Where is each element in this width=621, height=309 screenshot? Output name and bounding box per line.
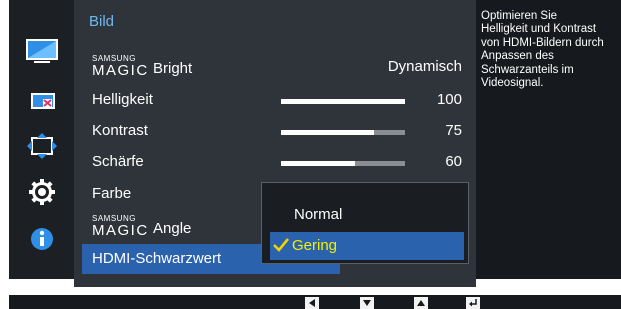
up-arrow-icon xyxy=(417,300,425,306)
brand-magic-text: MAGIC xyxy=(92,62,149,79)
menu-item-label: HDMI-Schwarzwert xyxy=(92,250,222,267)
picture-icon xyxy=(26,39,58,63)
option-normal[interactable]: Normal xyxy=(262,201,468,229)
menu-item-label: Angle xyxy=(153,220,192,237)
menu-item-schaerfe[interactable]: Schärfe 60 xyxy=(74,147,476,177)
settings-gear-icon xyxy=(29,179,55,205)
help-line: von HDMI-Bildern durch xyxy=(481,36,604,49)
menu-item-label: Schärfe xyxy=(92,153,144,170)
onscreen-display-menu-button[interactable] xyxy=(9,83,74,119)
option-label: Normal xyxy=(294,206,343,223)
option-label: Gering xyxy=(292,237,338,254)
menu-item-label: Kontrast xyxy=(92,122,148,139)
menu-item-label: Bright xyxy=(153,60,193,77)
menu-title: Bild xyxy=(89,13,115,30)
information-icon xyxy=(31,228,53,250)
help-line: Videosignal. xyxy=(481,77,544,90)
picture-menu-button[interactable] xyxy=(9,34,74,70)
menu-item-label: Farbe xyxy=(92,185,132,202)
system-menu-button[interactable] xyxy=(9,174,74,210)
menu-icon-bar xyxy=(9,0,74,279)
down-button[interactable] xyxy=(360,297,374,309)
checkmark-icon xyxy=(273,238,289,252)
menu-item-value: 60 xyxy=(445,153,462,170)
menu-item-value: Dynamisch xyxy=(387,58,462,75)
help-text: Optimieren Sie Helligkeit und Kontrast v… xyxy=(481,10,621,90)
enter-button[interactable] xyxy=(466,297,480,309)
menu-item-helligkeit[interactable]: Helligkeit 100 xyxy=(74,85,476,115)
help-line: Schwarzanteils im xyxy=(481,63,574,76)
slider-bar[interactable] xyxy=(281,99,405,104)
menu-item-value: 100 xyxy=(436,91,462,108)
down-arrow-icon xyxy=(363,300,371,306)
onscreen-display-icon xyxy=(31,93,55,109)
hdmi-black-level-dropdown: Normal Gering xyxy=(261,182,469,264)
left-button[interactable] xyxy=(305,297,319,309)
slider-fill xyxy=(281,130,374,135)
menu-item-kontrast[interactable]: Kontrast 75 xyxy=(74,116,476,146)
left-arrow-icon xyxy=(309,299,315,307)
help-line: Anpassen des xyxy=(481,50,554,63)
setup-menu-button[interactable] xyxy=(9,128,74,164)
slider-bar[interactable] xyxy=(281,161,405,166)
slider-bar[interactable] xyxy=(281,130,405,135)
option-gering[interactable]: Gering xyxy=(270,232,464,260)
help-line: Helligkeit und Kontrast xyxy=(481,23,597,36)
brand-magic-text: MAGIC xyxy=(92,222,149,239)
up-button[interactable] xyxy=(414,297,428,309)
magic-angle-label: SAMSUNG MAGIC Angle xyxy=(92,214,232,240)
information-menu-button[interactable] xyxy=(9,220,74,256)
help-line: Optimieren Sie xyxy=(481,10,558,22)
setup-arrows-icon xyxy=(27,133,57,159)
slider-fill xyxy=(281,99,405,104)
menu-item-magic-bright[interactable]: SAMSUNG MAGIC Bright Dynamisch xyxy=(74,52,476,82)
menu-item-value: 75 xyxy=(445,122,462,139)
magic-bright-label: SAMSUNG MAGIC Bright xyxy=(92,54,232,80)
enter-icon xyxy=(469,299,477,307)
menu-item-label: Helligkeit xyxy=(92,91,153,108)
slider-fill xyxy=(281,161,356,166)
